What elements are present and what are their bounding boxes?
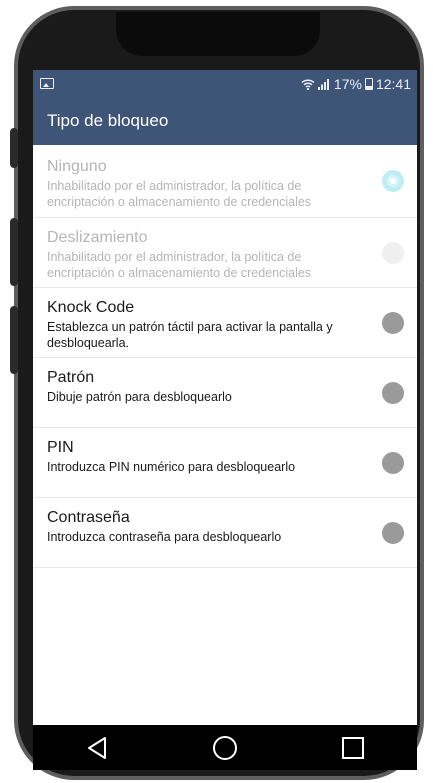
radio-button xyxy=(382,170,404,192)
back-button[interactable] xyxy=(77,728,117,768)
back-icon xyxy=(88,736,106,759)
option-title: Contraseña xyxy=(47,509,130,526)
option-description: Dibuje patrón para desbloquearlo xyxy=(47,390,232,404)
home-button[interactable] xyxy=(205,728,245,768)
option-title: PIN xyxy=(47,439,74,456)
page-title: Tipo de bloqueo xyxy=(47,111,169,130)
lock-type-list: Ninguno Inhabilitado por el administrado… xyxy=(33,145,417,568)
status-bar: 17% 12:41 xyxy=(33,70,417,97)
option-patron[interactable]: Patrón Dibuje patrón para desbloquearlo xyxy=(33,358,417,428)
radio-button[interactable] xyxy=(382,451,404,474)
option-description: Introduzca PIN numérico para desbloquear… xyxy=(47,460,296,474)
option-description: Introduzca contraseña para desbloquearlo xyxy=(47,530,282,544)
radio-button xyxy=(382,241,404,264)
option-description: Establezca un patrón táctil para activar… xyxy=(47,320,333,350)
option-description: Inhabilitado por el administrador, la po… xyxy=(47,250,312,280)
option-ninguno: Ninguno Inhabilitado por el administrado… xyxy=(33,145,417,218)
phone-notch xyxy=(116,12,320,56)
side-button-3 xyxy=(10,306,18,374)
radio-button[interactable] xyxy=(382,521,404,544)
navigation-bar xyxy=(33,725,417,770)
image-notification-icon xyxy=(40,78,54,89)
option-knock-code[interactable]: Knock Code Establezca un patrón táctil p… xyxy=(33,288,417,358)
option-deslizamiento: Deslizamiento Inhabilitado por el admini… xyxy=(33,218,417,288)
radio-button[interactable] xyxy=(382,381,404,404)
title-bar: Tipo de bloqueo xyxy=(33,97,417,145)
side-button-1 xyxy=(10,128,18,168)
signal-icon xyxy=(317,78,329,90)
side-button-2 xyxy=(10,218,18,286)
recents-button[interactable] xyxy=(333,728,373,768)
option-title: Deslizamiento xyxy=(47,229,148,246)
radio-button[interactable] xyxy=(382,311,404,334)
option-title: Knock Code xyxy=(47,299,135,316)
battery-percentage: 17% xyxy=(333,75,362,92)
option-title: Patrón xyxy=(47,369,95,386)
option-title: Ninguno xyxy=(47,158,107,175)
clock: 12:41 xyxy=(375,75,411,92)
wifi-icon xyxy=(301,78,315,90)
option-pin[interactable]: PIN Introduzca PIN numérico para desbloq… xyxy=(33,428,417,498)
screen: 17% 12:41 Tipo de bloqueo Ninguno Inhabi… xyxy=(33,70,417,730)
option-description: Inhabilitado por el administrador, la po… xyxy=(47,179,312,209)
home-icon xyxy=(213,735,237,760)
recents-icon xyxy=(342,736,364,759)
battery-icon xyxy=(364,77,373,90)
option-contrasena[interactable]: Contraseña Introduzca contraseña para de… xyxy=(33,498,417,568)
